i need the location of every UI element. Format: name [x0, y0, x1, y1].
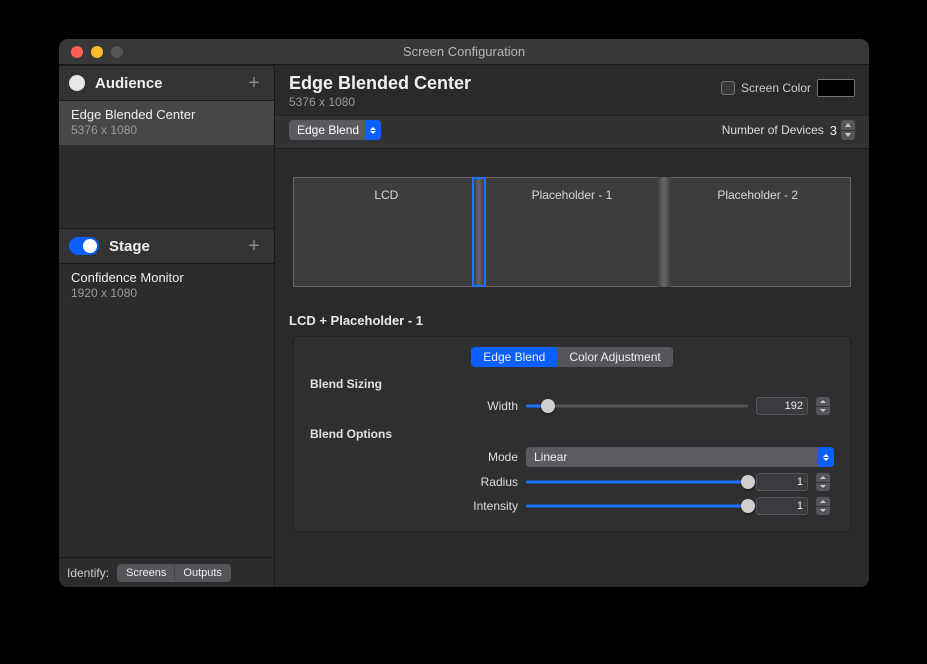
- sidebar: Audience + Edge Blended Center 5376 x 10…: [59, 65, 275, 587]
- detail-title: LCD + Placeholder - 1: [275, 307, 869, 336]
- screen-name: Confidence Monitor: [71, 270, 262, 285]
- screen-color-label: Screen Color: [741, 81, 811, 95]
- section-title: Stage: [109, 238, 234, 255]
- intensity-value[interactable]: 1: [756, 497, 808, 515]
- slider-knob-icon[interactable]: [541, 399, 555, 413]
- identify-segment: Screens Outputs: [117, 564, 231, 582]
- width-value[interactable]: 192: [756, 397, 808, 415]
- audience-toggle-icon[interactable]: [69, 75, 85, 91]
- mode-value: Linear: [534, 450, 567, 464]
- preview-segment-placeholder-2[interactable]: Placeholder - 2: [665, 178, 850, 286]
- page-title: Edge Blended Center: [289, 73, 721, 94]
- screen-resolution: 1920 x 1080: [71, 286, 262, 300]
- zoom-icon[interactable]: [111, 46, 123, 58]
- window-title: Screen Configuration: [59, 44, 869, 59]
- identify-outputs-button[interactable]: Outputs: [174, 565, 230, 581]
- radius-stepper[interactable]: [816, 473, 830, 491]
- num-devices-step-buttons[interactable]: [841, 120, 855, 140]
- preview-segment-label: Placeholder - 2: [717, 188, 798, 202]
- identify-screens-button[interactable]: Screens: [118, 565, 174, 581]
- mode-select[interactable]: Linear: [526, 447, 834, 467]
- intensity-slider[interactable]: [526, 498, 748, 514]
- add-audience-button[interactable]: +: [244, 74, 264, 92]
- section-header-audience: Audience +: [59, 65, 274, 101]
- identify-label: Identify:: [67, 566, 109, 580]
- width-stepper[interactable]: [816, 397, 830, 415]
- num-devices-label: Number of Devices: [722, 123, 824, 137]
- group-label-sizing: Blend Sizing: [310, 377, 440, 391]
- main-header: Edge Blended Center 5376 x 1080 Screen C…: [275, 65, 869, 115]
- close-icon[interactable]: [71, 46, 83, 58]
- width-slider[interactable]: [526, 398, 748, 414]
- form-grid: Blend Sizing Width 192 Blend Options Mod…: [310, 377, 834, 515]
- radius-slider[interactable]: [526, 474, 748, 490]
- main: Edge Blended Center 5376 x 1080 Screen C…: [275, 65, 869, 587]
- slider-knob-icon[interactable]: [741, 499, 755, 513]
- chevron-down-icon[interactable]: [816, 407, 830, 416]
- minimize-icon[interactable]: [91, 46, 103, 58]
- detail-panel: Edge Blend Color Adjustment Blend Sizing…: [293, 336, 851, 532]
- screen-type-select[interactable]: Edge Blend: [289, 120, 381, 140]
- chevron-up-icon[interactable]: [841, 120, 855, 131]
- section-title: Audience: [95, 75, 234, 92]
- preview-segment-placeholder-1[interactable]: Placeholder - 1: [480, 178, 666, 286]
- window: Screen Configuration Audience + Edge Ble…: [58, 38, 870, 588]
- screen-resolution: 5376 x 1080: [71, 123, 262, 137]
- num-devices-stepper: 3: [830, 120, 855, 140]
- window-body: Audience + Edge Blended Center 5376 x 10…: [59, 65, 869, 587]
- add-stage-button[interactable]: +: [244, 237, 264, 255]
- sidebar-item-edge-blended-center[interactable]: Edge Blended Center 5376 x 1080: [59, 101, 274, 145]
- screen-type-value: Edge Blend: [297, 123, 359, 137]
- detail-tabs: Edge Blend Color Adjustment: [310, 347, 834, 367]
- sidebar-item-confidence-monitor[interactable]: Confidence Monitor 1920 x 1080: [59, 264, 274, 308]
- preview-segment-label: Placeholder - 1: [532, 188, 613, 202]
- slider-knob-icon[interactable]: [741, 475, 755, 489]
- sidebar-spacer: [59, 308, 274, 557]
- chevron-updown-icon: [818, 447, 834, 467]
- tab-edge-blend[interactable]: Edge Blend: [471, 347, 557, 367]
- tab-color-adjustment[interactable]: Color Adjustment: [557, 347, 672, 367]
- radius-label: Radius: [448, 475, 518, 489]
- mode-label: Mode: [448, 450, 518, 464]
- titlebar: Screen Configuration: [59, 39, 869, 65]
- intensity-stepper[interactable]: [816, 497, 830, 515]
- page-subtitle: 5376 x 1080: [289, 95, 721, 109]
- radius-value[interactable]: 1: [756, 473, 808, 491]
- stage-toggle[interactable]: [69, 237, 99, 255]
- screen-name: Edge Blended Center: [71, 107, 262, 122]
- intensity-label: Intensity: [448, 499, 518, 513]
- traffic-lights: [59, 46, 123, 58]
- sidebar-spacer: [59, 145, 274, 228]
- width-label: Width: [448, 399, 518, 413]
- group-label-options: Blend Options: [310, 421, 440, 441]
- identify-bar: Identify: Screens Outputs: [59, 557, 274, 587]
- type-row: Edge Blend Number of Devices 3: [275, 115, 869, 149]
- section-header-stage: Stage +: [59, 228, 274, 264]
- screen-color-swatch[interactable]: [817, 79, 855, 97]
- preview: LCD Placeholder - 1 Placeholder - 2: [293, 177, 851, 287]
- chevron-up-icon[interactable]: [816, 397, 830, 407]
- chevron-updown-icon: [365, 120, 381, 140]
- num-devices-value: 3: [830, 123, 837, 138]
- preview-segment-label: LCD: [374, 188, 398, 202]
- chevron-up-icon[interactable]: [816, 473, 830, 483]
- chevron-up-icon[interactable]: [816, 497, 830, 507]
- chevron-down-icon[interactable]: [841, 131, 855, 141]
- screen-color-checkbox[interactable]: [721, 81, 735, 95]
- preview-area: LCD Placeholder - 1 Placeholder - 2: [275, 149, 869, 307]
- chevron-down-icon[interactable]: [816, 507, 830, 516]
- chevron-down-icon[interactable]: [816, 483, 830, 492]
- preview-segment-lcd[interactable]: LCD: [294, 178, 480, 286]
